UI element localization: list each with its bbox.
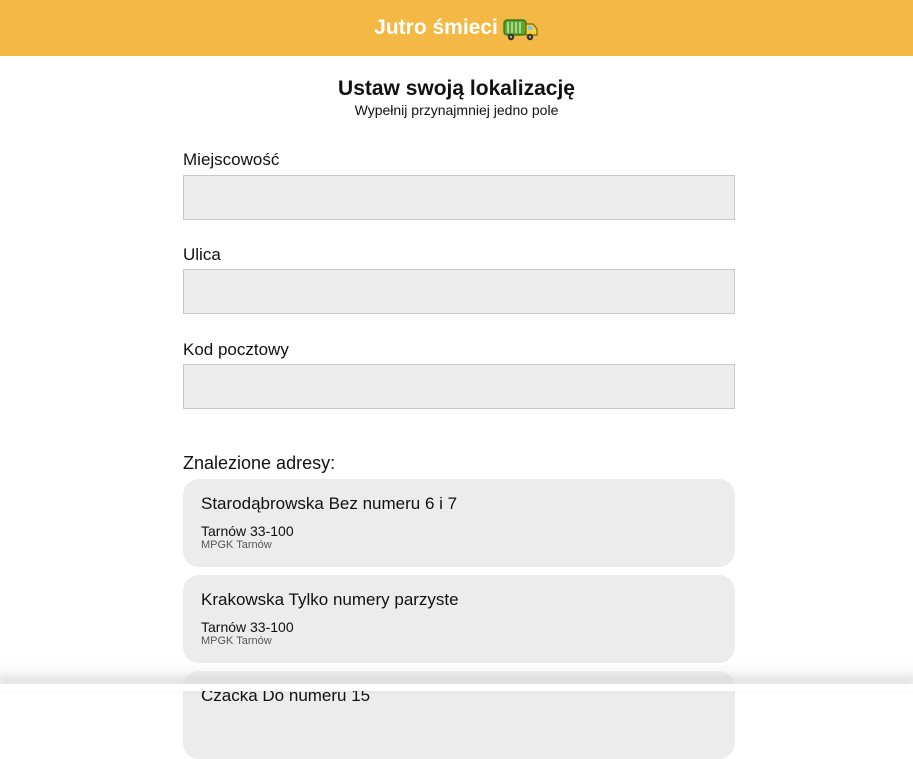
page-subtitle: Wypełnij przynajmniej jedno pole (354, 102, 559, 118)
address-city: Tarnów 33-100 (201, 619, 294, 635)
street-label: Ulica (183, 245, 221, 264)
address-provider: MPGK Tarnów (201, 539, 272, 551)
address-card[interactable]: Krakowska Tylko numery parzyste Tarnów 3… (183, 575, 735, 663)
city-label: Miejscowość (183, 150, 280, 169)
app-title: Jutro śmieci (374, 14, 539, 42)
street-input[interactable] (183, 269, 735, 314)
city-input[interactable] (183, 175, 735, 220)
page-title: Ustaw swoją lokalizację (338, 77, 575, 100)
postal-code-input[interactable] (183, 364, 735, 409)
address-street: Starodąbrowska Bez numeru 6 i 7 (201, 494, 458, 513)
bottom-edge-bar (0, 684, 913, 691)
postal-code-label: Kod pocztowy (183, 340, 289, 359)
app-header: Jutro śmieci (0, 0, 913, 56)
results-heading: Znalezione adresy: (183, 453, 336, 473)
app-title-text: Jutro śmieci (374, 16, 498, 39)
address-street: Krakowska Tylko numery parzyste (201, 590, 459, 609)
address-card[interactable]: Starodąbrowska Bez numeru 6 i 7 Tarnów 3… (183, 479, 735, 567)
garbage-truck-icon (503, 14, 539, 42)
address-city: Tarnów 33-100 (201, 523, 294, 539)
address-provider: MPGK Tarnów (201, 635, 272, 647)
